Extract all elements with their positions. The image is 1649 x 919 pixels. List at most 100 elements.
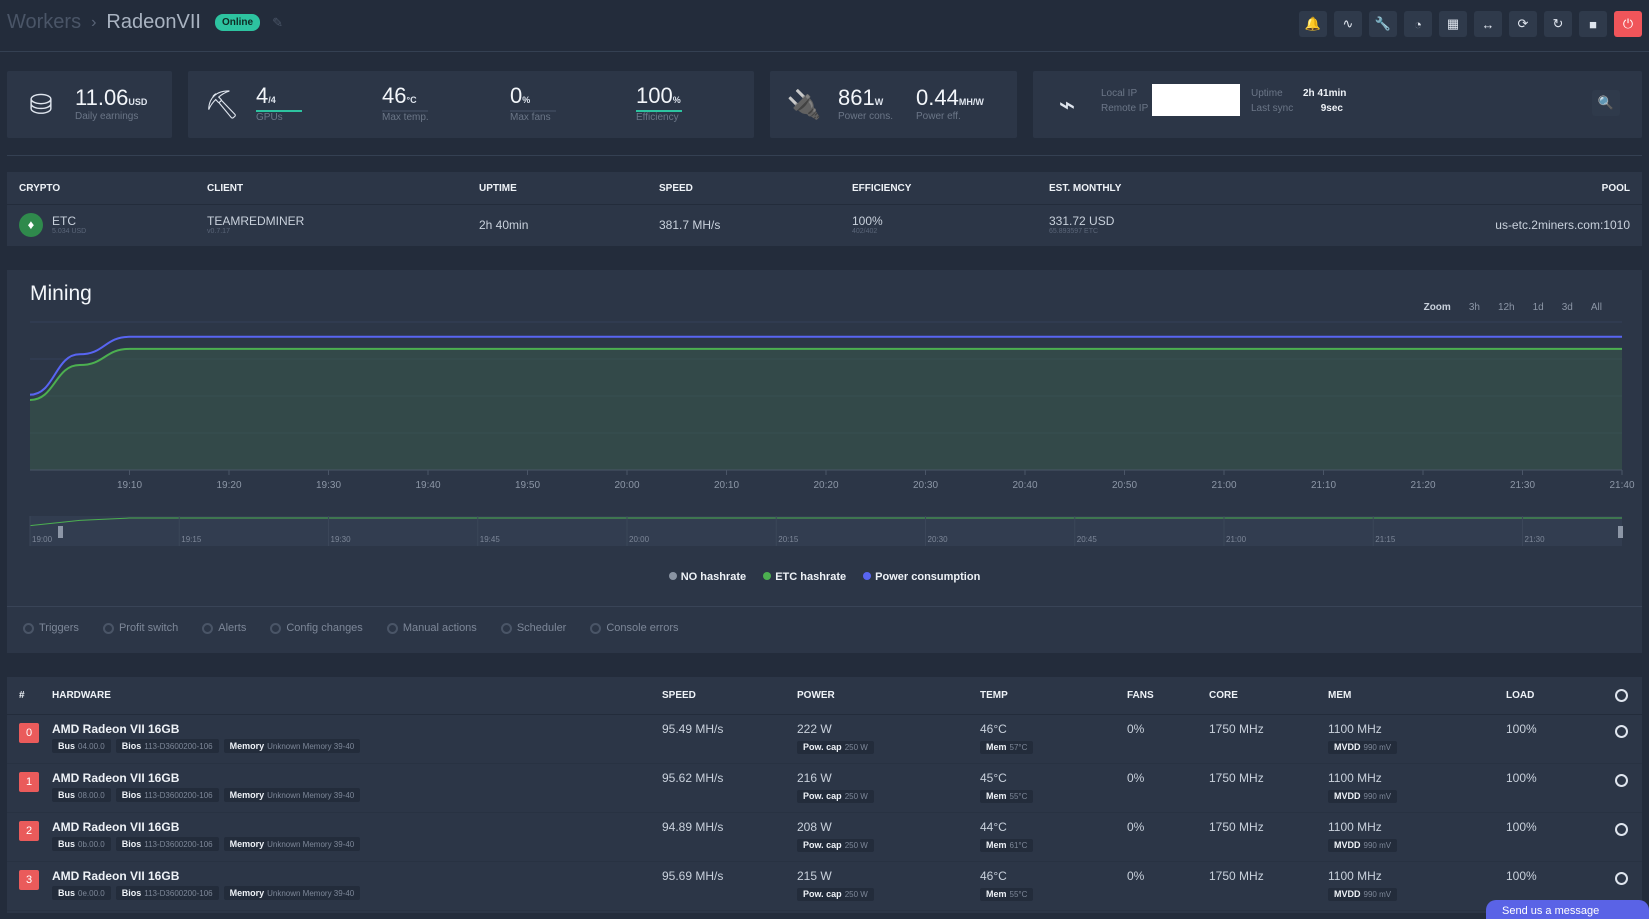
swap-icon[interactable]: ↔ bbox=[1474, 11, 1502, 37]
bios-tag: Bios 113-D3600200-106 bbox=[115, 788, 219, 802]
gauge-icon[interactable] bbox=[1615, 689, 1628, 702]
tag-value: Unknown Memory 39-40 bbox=[267, 742, 355, 751]
tag-label: Memory bbox=[229, 888, 265, 898]
table-row[interactable]: 0 AMD Radeon VII 16GB Bus 04.00.0 Bios 113… bbox=[7, 715, 1642, 764]
restart-icon[interactable]: ↻ bbox=[1544, 11, 1572, 37]
col-pool: POOL bbox=[1601, 183, 1630, 194]
mem-temp-tag: Mem 55°C bbox=[980, 888, 1034, 901]
network-card: ⌁ Local IP Remote IP Uptime Last sync 2h… bbox=[1033, 71, 1642, 138]
table-row[interactable]: 1 AMD Radeon VII 16GB Bus 08.00.0 Bios 113… bbox=[7, 764, 1642, 813]
radio-icon bbox=[102, 622, 114, 634]
efficiency-value-cell: 100% bbox=[852, 214, 883, 228]
chart-legend: NO hashrate ETC hashrate Power consumpti… bbox=[7, 571, 1642, 583]
radio-icon bbox=[386, 622, 398, 634]
event-filters: Triggers Profit switch Alerts Config cha… bbox=[23, 622, 679, 634]
pulse-icon[interactable]: ∿ bbox=[1334, 11, 1362, 37]
gpu-temp: 46°C bbox=[980, 722, 1007, 736]
refresh-icon[interactable]: ⟳ bbox=[1509, 11, 1537, 37]
power-value: 861 bbox=[838, 85, 875, 110]
table-row[interactable]: ♦ ETC 5.034 USD TEAMREDMINER v0.7.17 2h … bbox=[7, 205, 1642, 245]
wrench-icon[interactable]: 🔧 bbox=[1369, 11, 1397, 37]
x-tick-label: 19:40 bbox=[415, 480, 440, 491]
hardware-table: # HARDWARE SPEED POWER TEMP FANS CORE ME… bbox=[7, 677, 1642, 913]
mvdd-tag: MVDD 990 mV bbox=[1328, 888, 1398, 901]
legend-etc-hashrate[interactable]: ETC hashrate bbox=[763, 571, 846, 583]
gpu-power: 216 W bbox=[797, 771, 832, 785]
coin-name: ETC bbox=[52, 214, 76, 228]
power-label: Power cons. bbox=[838, 111, 894, 122]
chat-button[interactable]: Send us a message bbox=[1486, 900, 1649, 919]
filter-label: Config changes bbox=[286, 622, 363, 634]
gpus-label: GPUs bbox=[256, 112, 283, 123]
x-tick-label: 20:30 bbox=[913, 480, 938, 491]
remote-ip-label: Remote IP bbox=[1101, 103, 1149, 114]
power-icon[interactable]: ⏻ bbox=[1614, 11, 1642, 37]
tag-value: 250 W bbox=[844, 743, 868, 752]
tag-value: 990 mV bbox=[1363, 841, 1392, 850]
coin-price: 5.034 USD bbox=[52, 228, 87, 235]
gauge-icon[interactable]: ◔ bbox=[1404, 11, 1432, 37]
hashrate-chart[interactable]: 19:10 19:20 19:30 19:40 19:50 20:00 20:10 20:20… bbox=[7, 270, 1642, 570]
tag-label: Mem bbox=[986, 742, 1007, 752]
radio-icon bbox=[23, 622, 34, 634]
gpu-load: 100% bbox=[1506, 771, 1537, 785]
tag-label: Pow. cap bbox=[803, 889, 842, 899]
navigator-tick-label: 21:00 bbox=[1226, 535, 1247, 544]
x-tick-label: 20:00 bbox=[614, 480, 639, 491]
est-monthly-cell: 331.72 USD 65.893597 ETC bbox=[1049, 214, 1114, 235]
bell-icon[interactable]: 🔔 bbox=[1299, 11, 1327, 37]
power-card: 🔌 861W Power cons. 0.44MH/W Power eff. bbox=[770, 71, 1017, 138]
efficiency-sub: 402/402 bbox=[852, 228, 878, 235]
toolbar: 🔔 ∿ 🔧 ◔ ▦ ↔ ⟳ ↻ ■ ⏻ bbox=[1299, 11, 1642, 37]
max-fans-value: 0 bbox=[510, 83, 523, 108]
col-hardware: HARDWARE bbox=[52, 690, 111, 701]
col-client: CLIENT bbox=[207, 183, 244, 194]
filter-alerts[interactable]: Alerts bbox=[202, 622, 246, 634]
tag-label: Bus bbox=[58, 888, 76, 898]
gpu-core: 1750 MHz bbox=[1209, 722, 1264, 736]
pow-cap-tag: Pow. cap 250 W bbox=[797, 888, 874, 901]
navigator-handle-left bbox=[58, 526, 63, 538]
x-tick-label: 21:20 bbox=[1410, 480, 1435, 491]
legend-no-hashrate[interactable]: NO hashrate bbox=[668, 571, 746, 583]
bios-tag: Bios 113-D3600200-106 bbox=[115, 739, 219, 753]
x-tick-label: 20:10 bbox=[714, 480, 739, 491]
max-temp-unit: °C bbox=[406, 95, 417, 105]
x-tick-label: 20:50 bbox=[1112, 480, 1137, 491]
breadcrumb-workers-link[interactable]: Workers bbox=[7, 11, 81, 34]
search-log-icon[interactable]: 🔍 bbox=[1592, 90, 1620, 116]
est-monthly-value: 331.72 USD bbox=[1049, 214, 1115, 228]
filter-manual-actions[interactable]: Manual actions bbox=[386, 622, 477, 634]
table-row[interactable]: 2 AMD Radeon VII 16GB Bus 0b.00.0 Bios 113… bbox=[7, 813, 1642, 862]
pool-cell[interactable]: us-etc.2miners.com:1010 bbox=[1495, 218, 1630, 232]
filter-console-errors[interactable]: Console errors bbox=[590, 622, 679, 634]
filter-scheduler[interactable]: Scheduler bbox=[500, 622, 566, 634]
filter-label: Console errors bbox=[606, 622, 679, 634]
tag-label: MVDD bbox=[1334, 889, 1361, 899]
gpu-load: 100% bbox=[1506, 722, 1537, 736]
gauge-icon[interactable] bbox=[1615, 725, 1628, 738]
gauge-icon[interactable] bbox=[1615, 774, 1628, 787]
gpu-core: 1750 MHz bbox=[1209, 869, 1264, 883]
breadcrumb: Workers › RadeonVII Online ✎ bbox=[7, 11, 283, 34]
gpu-load: 100% bbox=[1506, 869, 1537, 883]
edit-icon[interactable]: ✎ bbox=[272, 15, 283, 31]
filter-triggers[interactable]: Triggers bbox=[23, 622, 79, 634]
gauge-icon[interactable] bbox=[1615, 872, 1628, 885]
filter-config-changes[interactable]: Config changes bbox=[270, 622, 363, 634]
x-tick-label: 21:10 bbox=[1311, 480, 1336, 491]
stop-icon[interactable]: ■ bbox=[1579, 11, 1607, 37]
client-version: v0.7.17 bbox=[207, 228, 230, 235]
table-row[interactable]: 3 AMD Radeon VII 16GB Bus 0e.00.0 Bios 113… bbox=[7, 862, 1642, 911]
radio-icon bbox=[590, 622, 602, 634]
filter-profit-switch[interactable]: Profit switch bbox=[102, 622, 178, 634]
gauge-icon[interactable] bbox=[1615, 823, 1628, 836]
legend-power-consumption[interactable]: Power consumption bbox=[863, 571, 980, 583]
earnings-card: ⛁ 11.06USD Daily earnings bbox=[7, 71, 172, 138]
tag-value: 990 mV bbox=[1363, 792, 1392, 801]
gpu-icon[interactable]: ▦ bbox=[1439, 11, 1467, 37]
breadcrumb-separator: › bbox=[91, 13, 97, 31]
col-load: LOAD bbox=[1506, 690, 1535, 701]
gpu-index-badge: 2 bbox=[19, 821, 39, 841]
network-icon: ⌁ bbox=[1058, 89, 1076, 120]
